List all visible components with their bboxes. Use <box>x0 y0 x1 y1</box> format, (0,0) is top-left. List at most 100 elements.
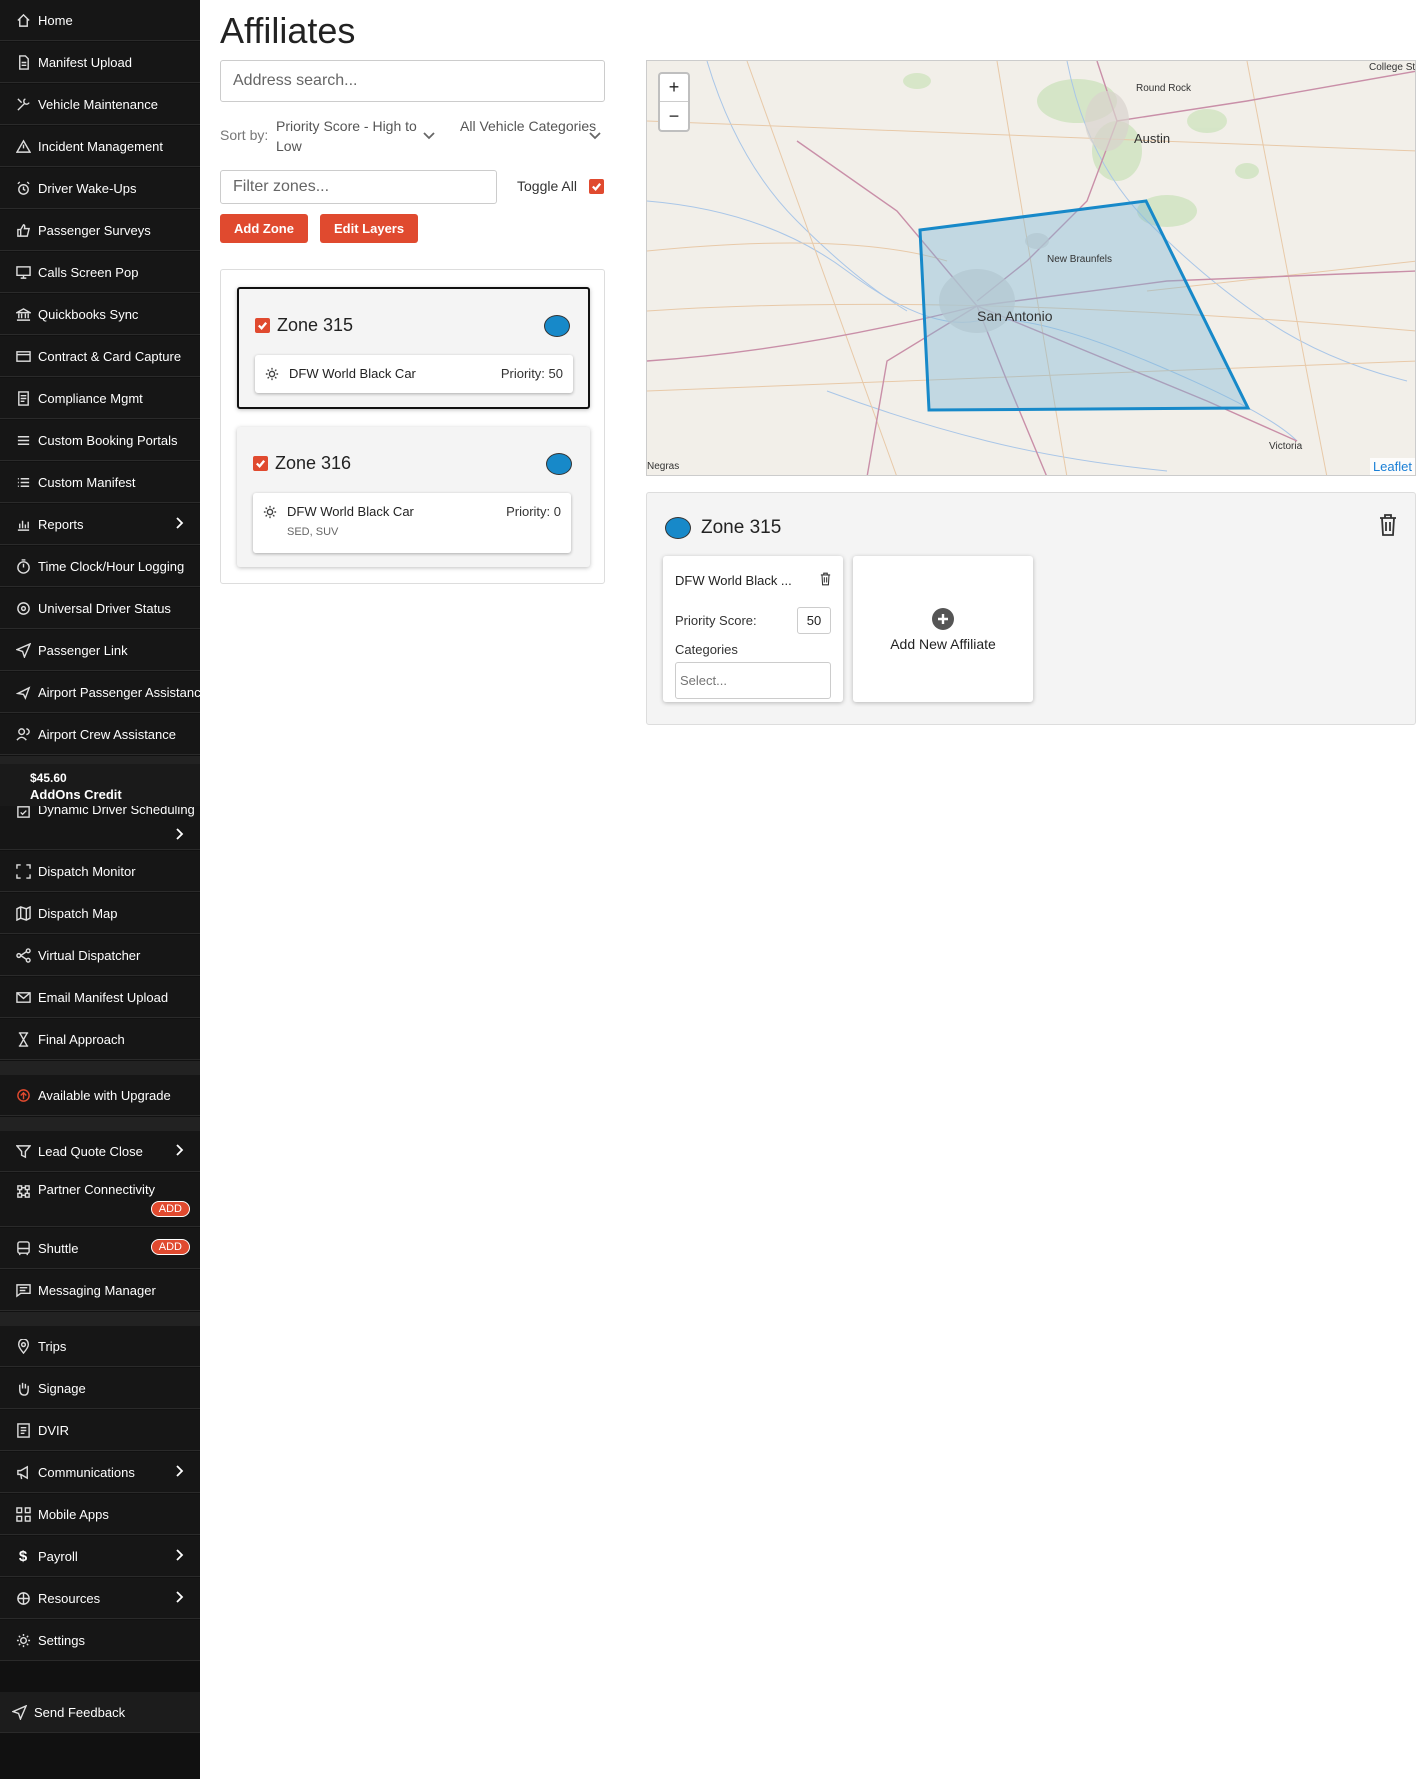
zone-map[interactable]: + − College St Round Rock Austin New Bra… <box>646 60 1416 476</box>
sidebar-item-passenger-surveys[interactable]: Passenger Surveys <box>0 210 200 251</box>
home-icon <box>14 11 32 29</box>
affiliate-name: DFW World Black ... <box>675 573 792 588</box>
map-label: College St <box>1369 62 1416 73</box>
sidebar-item-label: Custom Manifest <box>38 474 136 490</box>
map-label: Round Rock <box>1136 83 1192 94</box>
add-badge[interactable]: ADD <box>150 1201 190 1217</box>
affiliate-priority: Priority: 50 <box>500 366 563 381</box>
sort-select[interactable]: Priority Score - High to Low <box>276 116 442 156</box>
zone-name: Zone 316 <box>275 453 352 473</box>
delete-zone-button[interactable] <box>1377 513 1399 537</box>
categories-select[interactable] <box>675 662 831 699</box>
zone-checkbox[interactable] <box>253 456 268 471</box>
priority-score-input[interactable]: 50 <box>797 607 831 634</box>
sidebar-item-final-approach[interactable]: Final Approach <box>0 1019 200 1060</box>
edit-layers-button[interactable]: Edit Layers <box>320 214 419 243</box>
sidebar-item-custom-booking-portals[interactable]: Custom Booking Portals <box>0 420 200 461</box>
sidebar-item-payroll[interactable]: $ Payroll <box>0 1536 200 1577</box>
sidebar-item-dispatch-monitor[interactable]: Dispatch Monitor <box>0 851 200 892</box>
sidebar-item-trips[interactable]: Trips <box>0 1326 200 1367</box>
map-icon <box>14 904 32 922</box>
vehicle-category-select[interactable]: All Vehicle Categories <box>460 116 605 136</box>
sidebar-item-settings[interactable]: Settings <box>0 1620 200 1661</box>
sidebar-item-mobile-apps[interactable]: Mobile Apps <box>0 1494 200 1535</box>
sidebar-item-label: Mobile Apps <box>38 1506 109 1522</box>
sidebar-item-driver-wake-ups[interactable]: Driver Wake-Ups <box>0 168 200 209</box>
zone-detail-title: Zone 315 <box>701 517 782 538</box>
sidebar-item-contract-card-capture[interactable]: Contract & Card Capture <box>0 336 200 377</box>
sidebar-item-resources[interactable]: Resources <box>0 1578 200 1619</box>
thumbs-up-icon <box>14 221 32 239</box>
page-title: Affiliates <box>220 10 356 51</box>
addons-credit-label: AddOns Credit <box>30 787 122 802</box>
zone-card[interactable]: Zone 316 DFW World Black Car Priority: 0… <box>237 427 590 567</box>
sidebar-item-label: Dispatch Map <box>38 905 118 921</box>
sidebar-item-email-manifest-upload[interactable]: Email Manifest Upload <box>0 977 200 1018</box>
sidebar-item-reports[interactable]: Reports <box>0 504 200 545</box>
toggle-all-checkbox[interactable] <box>589 179 604 194</box>
zoom-control: + − <box>658 72 690 132</box>
sidebar-item-label: Payroll <box>38 1548 78 1564</box>
zone-detail-panel: Zone 315 DFW World Black ... Priority Sc… <box>646 492 1416 725</box>
send-feedback-button[interactable]: Send Feedback <box>0 1692 200 1733</box>
sidebar-item-incident-management[interactable]: Incident Management <box>0 126 200 167</box>
sidebar-item-virtual-dispatcher[interactable]: Virtual Dispatcher <box>0 935 200 976</box>
sidebar-item-universal-driver-status[interactable]: Universal Driver Status <box>0 588 200 629</box>
sidebar-item-calls-screen-pop[interactable]: Calls Screen Pop <box>0 252 200 293</box>
sidebar-item-partner-connectivity[interactable]: Partner Connectivity ADD <box>0 1173 200 1227</box>
add-new-affiliate-label: Add New Affiliate <box>890 636 996 652</box>
sidebar-item-label: Shuttle <box>38 1240 79 1256</box>
sidebar-item-time-clock[interactable]: Time Clock/Hour Logging <box>0 546 200 587</box>
sidebar-item-label: Resources <box>38 1590 101 1606</box>
map-label: San Antonio <box>977 308 1053 324</box>
portal-icon <box>14 431 32 449</box>
pin-icon <box>14 1337 32 1355</box>
sidebar-item-messaging-manager[interactable]: Messaging Manager <box>0 1270 200 1311</box>
sidebar-item-available-with-upgrade[interactable]: Available with Upgrade <box>0 1075 200 1116</box>
sidebar-item-communications[interactable]: Communications <box>0 1452 200 1493</box>
sidebar-item-dispatch-map[interactable]: Dispatch Map <box>0 893 200 934</box>
sidebar-item-lead-quote-close[interactable]: Lead Quote Close <box>0 1131 200 1172</box>
zone-color-swatch[interactable] <box>544 315 570 337</box>
sidebar-item-passenger-link[interactable]: Passenger Link <box>0 630 200 671</box>
sidebar-item-airport-passenger-assistance[interactable]: Airport Passenger Assistance <box>0 672 200 713</box>
addons-credit: $45.60 AddOns Credit <box>0 764 200 806</box>
address-search-input[interactable] <box>220 60 605 102</box>
zone-affiliate-row[interactable]: DFW World Black Car Priority: 50 <box>255 355 573 393</box>
zone-affiliate-row[interactable]: DFW World Black Car Priority: 0 SED, SUV <box>253 493 571 553</box>
zone-card[interactable]: Zone 315 DFW World Black Car Priority: 5… <box>237 287 590 409</box>
dollar-icon: $ <box>18 1547 28 1565</box>
map-attribution[interactable]: Leaflet <box>1369 458 1415 475</box>
sidebar-item-quickbooks-sync[interactable]: Quickbooks Sync <box>0 294 200 335</box>
sidebar-item-manifest-upload[interactable]: Manifest Upload <box>0 42 200 83</box>
sidebar-item-home[interactable]: Home <box>0 0 200 41</box>
card-icon <box>14 347 32 365</box>
filter-zones-input[interactable] <box>220 170 497 204</box>
document-icon <box>14 389 32 407</box>
users-icon <box>14 725 32 743</box>
sidebar-item-airport-crew-assistance[interactable]: Airport Crew Assistance <box>0 714 200 755</box>
trash-icon <box>820 572 831 586</box>
add-new-affiliate-button[interactable]: Add New Affiliate <box>853 556 1033 702</box>
remove-affiliate-button[interactable] <box>819 572 833 587</box>
sidebar-item-shuttle[interactable]: Shuttle ADD <box>0 1228 200 1269</box>
mail-icon <box>14 988 32 1006</box>
sidebar-item-custom-manifest[interactable]: Custom Manifest <box>0 462 200 503</box>
sidebar-item-signage[interactable]: Signage <box>0 1368 200 1409</box>
sidebar-item-label: Trips <box>38 1338 67 1354</box>
add-zone-button[interactable]: Add Zone <box>220 214 308 243</box>
add-badge[interactable]: ADD <box>150 1239 190 1255</box>
zoom-out-button[interactable]: − <box>660 102 688 130</box>
affiliate-priority: Priority: 0 <box>506 504 561 519</box>
zone-color-swatch[interactable] <box>665 517 691 539</box>
zone-checkbox[interactable] <box>255 318 270 333</box>
zone-color-swatch[interactable] <box>546 453 572 475</box>
map-label: Victoria <box>1269 441 1303 452</box>
sidebar-item-label: Airport Passenger Assistance <box>38 684 200 700</box>
sidebar-item-vehicle-maintenance[interactable]: Vehicle Maintenance <box>0 84 200 125</box>
sidebar-item-compliance-mgmt[interactable]: Compliance Mgmt <box>0 378 200 419</box>
checklist-icon <box>14 1421 32 1439</box>
zoom-in-button[interactable]: + <box>660 74 688 102</box>
sidebar-item-dvir[interactable]: DVIR <box>0 1410 200 1451</box>
sidebar-item-label: Calls Screen Pop <box>38 264 139 280</box>
